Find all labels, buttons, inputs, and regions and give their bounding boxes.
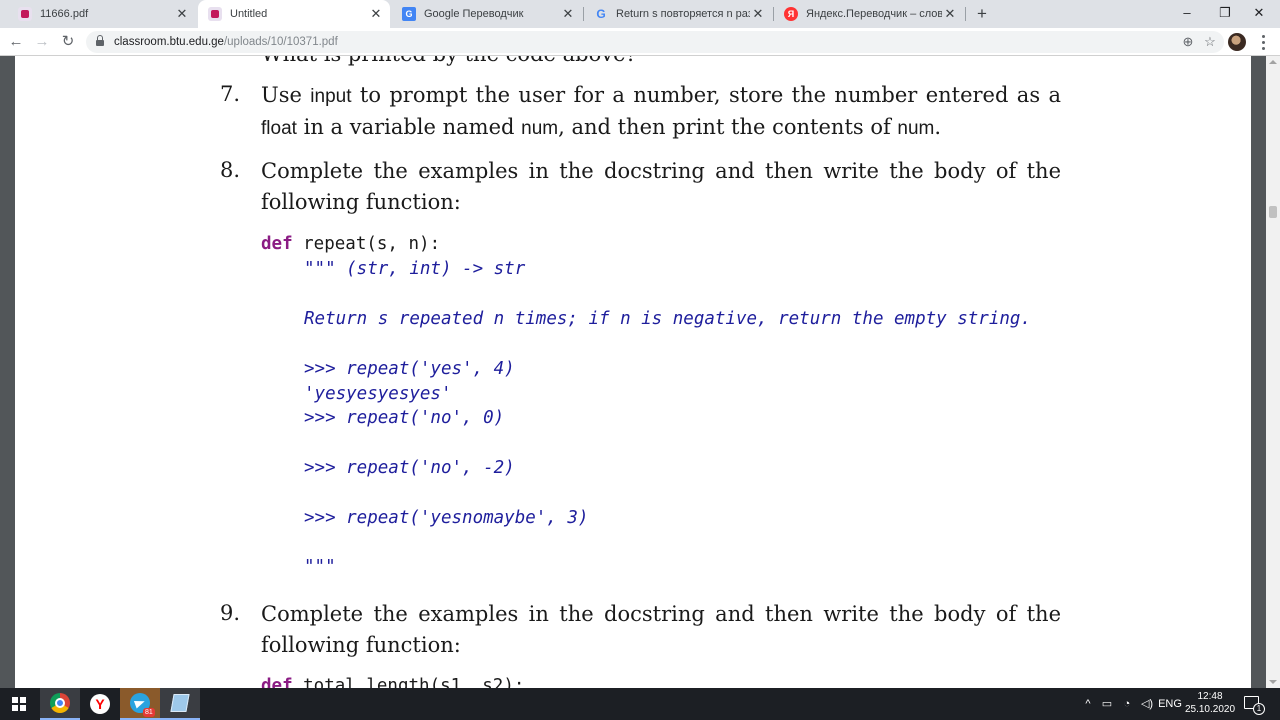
profile-avatar[interactable]: [1228, 33, 1246, 51]
system-clock[interactable]: 12:48 25.10.2020: [1182, 690, 1238, 716]
start-button[interactable]: [0, 688, 40, 720]
close-window-button[interactable]: ✕: [1236, 0, 1280, 28]
yandex-browser-icon: Y: [90, 694, 110, 714]
network-icon[interactable]: ◔: [1118, 688, 1136, 720]
tab-untitled[interactable]: Untitled ✕: [198, 0, 390, 28]
taskbar-sticky-notes[interactable]: [160, 688, 200, 720]
text-run: .: [934, 115, 942, 139]
inline-code-num: num: [897, 118, 935, 139]
windows-logo-icon: [12, 697, 26, 711]
pdf-page: What is printed by the code above? 7. Us…: [15, 56, 1251, 688]
address-bar[interactable]: classroom.btu.edu.ge/uploads/10/10371.pd…: [86, 31, 1224, 53]
browser-menu-icon[interactable]: [1256, 31, 1270, 53]
url-path: /uploads/10/10371.pdf: [223, 36, 338, 48]
show-hidden-icons-chevron-icon[interactable]: ^: [1080, 688, 1096, 720]
yandex-translate-icon: Я: [784, 7, 798, 21]
item-8-text: Complete the examples in the docstring a…: [261, 159, 1061, 214]
battery-icon[interactable]: ▭: [1098, 688, 1116, 720]
partially-visible-line: What is printed by the code above?: [261, 56, 637, 66]
scroll-down-arrow-icon[interactable]: [1269, 680, 1277, 684]
docstring-example-4: >>> repeat('yesnomaybe', 3): [304, 508, 589, 528]
item-7-text: Use input to prompt the user for a numbe…: [261, 80, 1061, 144]
forward-button[interactable]: →: [31, 31, 53, 53]
text-run: to prompt the user for a number, store t…: [351, 83, 1062, 107]
def-keyword: def: [261, 234, 293, 254]
pdf-icon: [18, 7, 32, 21]
item-9-text: Complete the examples in the docstring a…: [261, 602, 1061, 657]
bookmark-star-icon[interactable]: ☆: [1200, 31, 1220, 53]
url-host: classroom.btu.edu.ge: [114, 36, 224, 48]
docstring-description: Return s repeated n times; if n is negat…: [304, 309, 1031, 329]
clock-time: 12:48: [1197, 691, 1223, 702]
inline-code-num: num: [521, 118, 559, 139]
def-keyword: def: [261, 676, 293, 688]
tab-title: Google Переводчик: [424, 8, 524, 20]
telegram-unread-badge: 81: [143, 708, 155, 717]
code-def-line: def repeat(s, n):: [261, 234, 440, 254]
chrome-icon: [50, 693, 70, 713]
tab-strip: 11666.pdf ✕ Untitled ✕ G Google Переводч…: [0, 0, 1280, 28]
new-tab-button[interactable]: +: [972, 4, 992, 24]
browser-toolbar: ← → ↻ classroom.btu.edu.ge/uploads/10/10…: [0, 28, 1280, 56]
close-tab-icon[interactable]: ✕: [174, 6, 190, 22]
pdf-viewer: What is printed by the code above? 7. Us…: [0, 56, 1280, 688]
docstring-open: """ (str, int) -> str: [304, 259, 526, 279]
google-icon: G: [596, 7, 606, 21]
taskbar-yandex-browser[interactable]: Y: [80, 688, 120, 720]
inline-code-input: input: [310, 86, 352, 107]
tab-title: Яндекс.Переводчик – словарь и: [806, 8, 942, 20]
scroll-up-arrow-icon[interactable]: [1269, 60, 1277, 64]
docstring-example-1: >>> repeat('yes', 4): [304, 359, 515, 379]
docstring-example-3: >>> repeat('no', -2): [304, 458, 515, 478]
taskbar-chrome[interactable]: [40, 688, 80, 720]
tab-yandex-translate[interactable]: Я Яндекс.Переводчик – словарь и ✕: [774, 0, 964, 28]
function-signature: repeat(s, n):: [292, 234, 441, 254]
google-translate-icon: G: [402, 7, 416, 21]
pdf-icon: [208, 7, 222, 21]
text-run: Use: [261, 83, 311, 107]
close-tab-icon[interactable]: ✕: [750, 6, 766, 22]
item-number-8: 8.: [220, 158, 241, 182]
close-tab-icon[interactable]: ✕: [560, 6, 576, 22]
docstring-close: """: [304, 557, 336, 577]
docstring-example-2: >>> repeat('no', 0): [304, 408, 505, 428]
language-indicator[interactable]: ENG: [1158, 688, 1182, 720]
sticky-notes-icon: [170, 694, 190, 712]
text-run: in a variable named: [296, 115, 522, 139]
code-def-line: def total_length(s1, s2):: [261, 676, 524, 688]
scrollbar-thumb[interactable]: [1269, 206, 1277, 218]
tab-title: Return s повторяется n раз; если: [616, 8, 750, 20]
item-number-7: 7.: [220, 82, 241, 106]
item-number-9: 9.: [220, 601, 241, 625]
text-run: , and then print the contents of: [558, 115, 898, 139]
clock-date: 25.10.2020: [1184, 704, 1236, 715]
tab-title: Untitled: [230, 8, 268, 20]
inline-code-float: float: [261, 118, 297, 139]
close-tab-icon[interactable]: ✕: [368, 6, 384, 22]
tab-google-search[interactable]: G Return s повторяется n раз; если ✕: [584, 0, 772, 28]
vertical-scrollbar[interactable]: [1266, 56, 1280, 688]
tab-separator: [965, 7, 966, 21]
zoom-icon[interactable]: ⊕: [1178, 31, 1198, 53]
windows-taskbar: Y 81 ^ ▭ ◔ ◁) ENG 12:48 25.10.2020 1: [0, 688, 1280, 720]
volume-icon[interactable]: ◁): [1138, 688, 1156, 720]
tab-google-translate[interactable]: G Google Переводчик ✕: [392, 0, 582, 28]
back-button[interactable]: ←: [5, 31, 27, 53]
docstring-example-1-result: 'yesyesyesyes': [304, 384, 452, 404]
function-signature: total_length(s1, s2):: [292, 676, 525, 688]
close-tab-icon[interactable]: ✕: [942, 6, 958, 22]
lock-icon[interactable]: [96, 35, 104, 47]
notification-count-badge: 1: [1253, 703, 1265, 715]
tab-11666-pdf[interactable]: 11666.pdf ✕: [8, 0, 196, 28]
tab-title: 11666.pdf: [40, 8, 89, 20]
reload-button[interactable]: ↻: [57, 31, 79, 53]
